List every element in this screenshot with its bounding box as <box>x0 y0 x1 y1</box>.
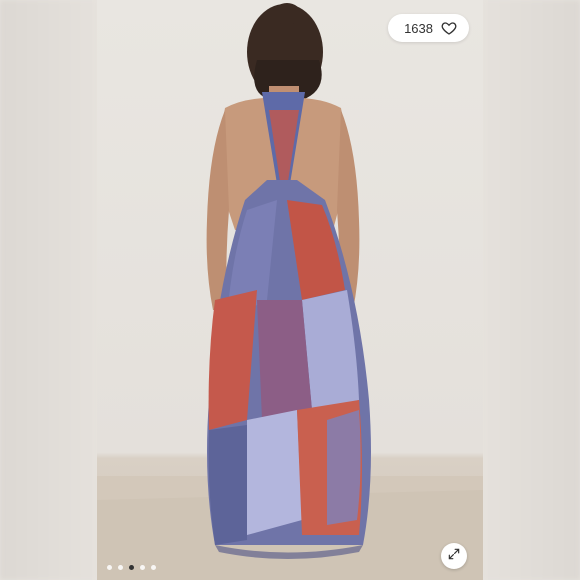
carousel-dot[interactable] <box>107 565 112 570</box>
expand-button[interactable] <box>441 543 467 569</box>
product-photo[interactable] <box>97 0 483 580</box>
carousel-dot[interactable] <box>140 565 145 570</box>
like-count: 1638 <box>404 20 433 36</box>
carousel-dot[interactable] <box>118 565 123 570</box>
carousel-dot[interactable] <box>151 565 156 570</box>
carousel-dots[interactable] <box>107 565 156 570</box>
expand-arrows-icon <box>447 547 461 566</box>
blurred-backdrop-left <box>0 0 97 580</box>
like-button[interactable]: 1638 <box>388 14 469 42</box>
blurred-backdrop-right <box>483 0 580 580</box>
image-viewer[interactable]: 1638 <box>0 0 580 580</box>
model-dress-illustration <box>97 3 483 580</box>
carousel-dot-active[interactable] <box>129 565 134 570</box>
heart-outline-icon <box>441 20 457 36</box>
